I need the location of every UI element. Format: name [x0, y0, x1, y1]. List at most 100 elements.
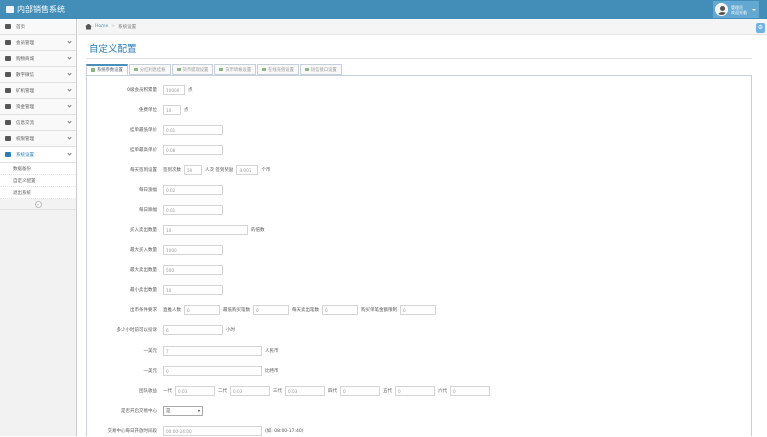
- list-icon: [5, 56, 11, 61]
- caret-down-icon: [198, 410, 200, 412]
- team-gen2-input[interactable]: 0.03: [230, 386, 270, 396]
- dashboard-icon: [5, 24, 11, 29]
- sidebar-item-wechat[interactable]: 數字微信: [0, 67, 76, 83]
- sidebar-item-label: 矿机管理: [16, 88, 34, 94]
- form-row: 每日涨幅 0.02: [87, 184, 223, 196]
- form-row: 最大卖出数量 500: [87, 264, 223, 276]
- min-sell-input[interactable]: 10: [163, 285, 223, 295]
- level0-accumulate-input[interactable]: 10000: [163, 85, 185, 95]
- max-sell-input[interactable]: 500: [163, 265, 223, 275]
- chevron-down-icon: [67, 103, 72, 108]
- min-buy-count-input[interactable]: 0: [253, 305, 289, 315]
- chevron-down-icon: [67, 71, 72, 76]
- edit-icon: [5, 40, 11, 45]
- settings-gear-button[interactable]: ⚙: [756, 23, 765, 33]
- field-label: 是否开启交易中心: [121, 409, 157, 414]
- sidebar-subitem-config[interactable]: 自定义配置: [0, 175, 76, 187]
- field-unit: 小时: [226, 328, 235, 333]
- sidebar-item-members[interactable]: 会员管理: [0, 35, 76, 51]
- field-text: 五代: [383, 389, 392, 394]
- form-row: 每日跌幅 0.01: [87, 204, 223, 216]
- breadcrumb-home[interactable]: Home: [95, 24, 108, 29]
- leaf-icon: [6, 6, 14, 13]
- field-label: 团队收益: [139, 389, 157, 394]
- chevron-down-icon: [67, 87, 72, 92]
- signin-reward-input[interactable]: 0.001: [236, 165, 259, 175]
- table-icon: [5, 120, 11, 125]
- tab-system-params[interactable]: 系统参数设置: [86, 64, 128, 75]
- usd-btc-input[interactable]: 0: [163, 366, 262, 376]
- form-row: 多少小时前可以投诉 6 小时: [87, 324, 235, 336]
- complaint-hours-input[interactable]: 6: [163, 325, 223, 335]
- chevron-down-icon: [67, 151, 72, 156]
- tab-sms[interactable]: 短信接口设置: [299, 64, 342, 75]
- field-label: 0级会员积累量: [127, 88, 157, 93]
- tab-recharge[interactable]: 在线充值设置: [257, 64, 299, 75]
- sidebar-item-messages[interactable]: 信息交流: [0, 115, 76, 131]
- chevron-down-icon: [67, 39, 72, 44]
- free-unit-input[interactable]: 10: [163, 105, 181, 115]
- tab-transfer[interactable]: 货币转帐设置: [214, 64, 257, 75]
- sidebar-item-miners[interactable]: 矿机管理: [0, 83, 76, 99]
- sidebar-subitem-logout[interactable]: 退出系统: [0, 187, 76, 199]
- daily-fall-input[interactable]: 0.01: [163, 205, 223, 215]
- brand[interactable]: 内部销售系统: [6, 4, 65, 15]
- sidebar: 首页 会员管理 购物商城 數字微信 矿机管理 资金管理 信息交流 权限管理 系统…: [0, 19, 77, 436]
- sidebar-subitem-backup[interactable]: 数据备份: [0, 163, 76, 175]
- tab-label: 短信接口设置: [310, 67, 337, 73]
- daily-sell-count-input[interactable]: 0: [322, 305, 358, 315]
- trade-center-select[interactable]: 是: [163, 406, 203, 416]
- user-menu[interactable]: 管理员 欢迎光临: [713, 1, 759, 18]
- form-row: 0级会员积累量 10000 点: [87, 84, 193, 96]
- form-row: 是否开启交易中心 是: [87, 405, 203, 417]
- field-unit: 点: [184, 108, 189, 113]
- cog-icon: [91, 68, 95, 72]
- field-label: 最小卖出数量: [130, 288, 157, 293]
- chevron-down-icon: [67, 55, 72, 60]
- sidebar-item-label: 信息交流: [16, 120, 34, 126]
- team-gen3-input[interactable]: 0.03: [285, 386, 325, 396]
- sidebar-item-label: 权限管理: [16, 136, 34, 142]
- single-buy-limit-input[interactable]: 0: [400, 305, 436, 315]
- table-icon: [133, 67, 138, 72]
- sidebar-item-label: 资金管理: [16, 104, 34, 110]
- double-left-icon: «: [34, 200, 42, 208]
- team-gen1-input[interactable]: 0.03: [175, 386, 215, 396]
- daily-rise-input[interactable]: 0.02: [163, 185, 223, 195]
- max-price-input[interactable]: 0.08: [163, 145, 223, 155]
- team-gen5-input[interactable]: 0: [395, 386, 435, 396]
- caret-down-icon: [752, 8, 756, 11]
- field-text: 最低购买笔数: [223, 308, 250, 313]
- trade-hours-input[interactable]: 00:00-24:00: [163, 426, 262, 436]
- form-row: 团队收益 一代 0.03 二代 0.03 三代 0.03 四代 0 五代 0 六…: [87, 385, 490, 397]
- sidebar-item-funds[interactable]: 资金管理: [0, 99, 76, 115]
- breadcrumb-current: 系统设置: [118, 24, 137, 30]
- sidebar-item-permissions[interactable]: 权限管理: [0, 131, 76, 147]
- sidebar-item-mall[interactable]: 购物商城: [0, 51, 76, 67]
- signin-count-input[interactable]: 50: [184, 165, 202, 175]
- form-row: 挂单最低单价 0.01: [87, 124, 223, 136]
- field-label: 多少小时前可以投诉: [116, 328, 158, 333]
- sidebar-collapse-button[interactable]: «: [0, 199, 76, 210]
- team-gen6-input[interactable]: 0: [450, 386, 490, 396]
- field-text: 每天卖出笔数: [292, 308, 319, 313]
- field-text: 人次 签到奖励: [205, 168, 234, 173]
- usd-cny-input[interactable]: 7: [163, 346, 262, 356]
- chevron-down-icon: [67, 119, 72, 124]
- trade-multiple-input[interactable]: 10: [163, 225, 248, 235]
- max-buy-input[interactable]: 1000: [163, 245, 223, 255]
- sidebar-item-home[interactable]: 首页: [0, 19, 76, 35]
- tab-label: 货币提现设置: [182, 67, 209, 73]
- field-label: 最大买入数量: [130, 248, 157, 253]
- field-text: 四代: [328, 389, 337, 394]
- sidebar-subitem-label: 自定义配置: [13, 178, 36, 184]
- direct-referrals-input[interactable]: 0: [184, 305, 220, 315]
- sidebar-item-settings[interactable]: 系统设置: [0, 147, 76, 163]
- user-info: 管理员 欢迎光临: [731, 5, 747, 15]
- team-gen4-input[interactable]: 0: [340, 386, 380, 396]
- tab-dividend[interactable]: 分红利息挂帐: [128, 64, 171, 75]
- tab-label: 分红利息挂帐: [139, 67, 166, 73]
- min-price-input[interactable]: 0.01: [163, 125, 223, 135]
- tab-withdraw[interactable]: 货币提现设置: [171, 64, 214, 75]
- calendar-icon: [5, 104, 11, 109]
